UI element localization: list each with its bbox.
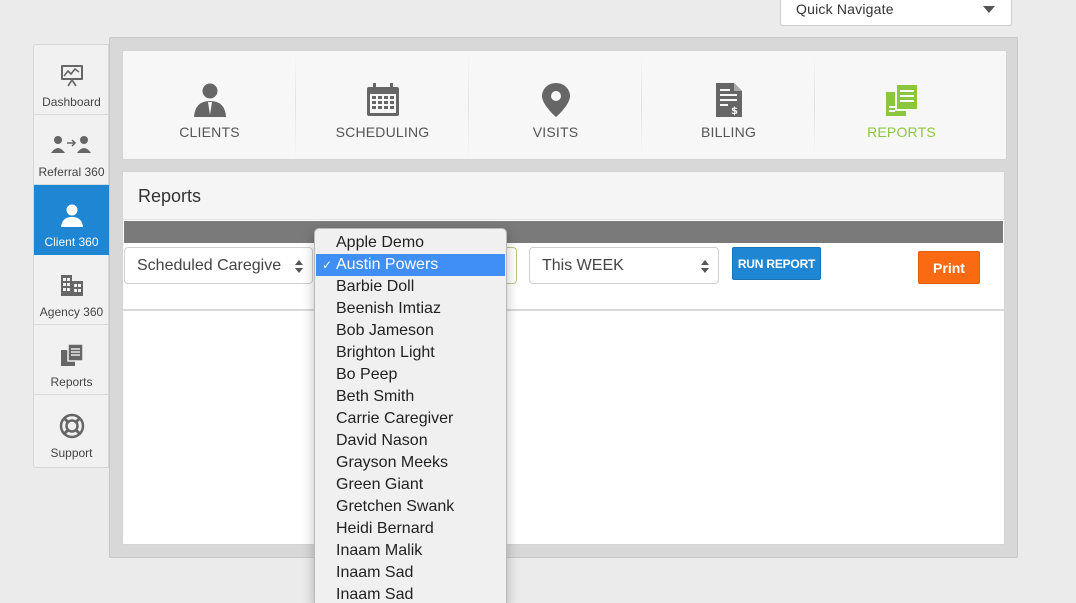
period-value: This WEEK xyxy=(542,256,624,274)
sidebar-item-referral-360[interactable]: Referral 360 xyxy=(34,115,109,185)
option-label: Inaam Sad xyxy=(336,586,414,603)
dropdown-option[interactable]: Barbie Doll xyxy=(315,276,506,298)
referral-icon xyxy=(50,136,91,153)
print-button[interactable]: Print xyxy=(918,251,980,284)
dropdown-option[interactable]: Green Giant xyxy=(315,474,506,496)
tab-label: BILLING xyxy=(700,124,757,140)
dropdown-option[interactable]: Beenish Imtiaz xyxy=(315,298,506,320)
option-label: Beenish Imtiaz xyxy=(336,300,441,317)
dropdown-option[interactable]: David Nason xyxy=(315,430,506,452)
tab-reports[interactable]: REPORTS xyxy=(815,51,988,159)
dropdown-option[interactable]: Heidi Bernard xyxy=(315,518,506,540)
option-label: Barbie Doll xyxy=(336,278,415,295)
dropdown-option[interactable]: Beth Smith xyxy=(315,386,506,408)
chevron-down-icon xyxy=(983,6,995,13)
option-label: Brighton Light xyxy=(336,344,435,361)
reports-icon xyxy=(885,83,919,116)
sidebar-item-reports[interactable]: Reports xyxy=(34,325,109,395)
tab-clients[interactable]: CLIENTS xyxy=(123,51,296,159)
option-label: Austin Powers xyxy=(336,256,439,273)
option-label: Gretchen Swank xyxy=(336,498,455,515)
period-select[interactable]: This WEEK xyxy=(529,247,719,284)
divider xyxy=(123,309,1004,311)
dropdown-option[interactable]: Gretchen Swank xyxy=(315,496,506,518)
calendar-icon xyxy=(366,83,399,116)
option-label: Apple Demo xyxy=(336,234,425,251)
quick-navigate-select[interactable]: Quick Navigate xyxy=(780,0,1012,26)
report-type-select[interactable]: Scheduled Caregive xyxy=(124,247,313,284)
sidebar-item-label: Support xyxy=(50,446,93,460)
panel-title: Reports xyxy=(123,172,1004,220)
dashboard-icon xyxy=(60,65,83,87)
svg-text:$: $ xyxy=(731,106,738,117)
sidebar-item-label: Client 360 xyxy=(44,235,99,249)
client-icon xyxy=(60,204,83,227)
option-label: Green Giant xyxy=(336,476,424,493)
person-icon xyxy=(193,83,226,117)
dropdown-option[interactable]: Brighton Light xyxy=(315,342,506,364)
sidebar-item-support[interactable]: Support xyxy=(34,395,109,465)
support-icon xyxy=(59,413,84,439)
option-label: Carrie Caregiver xyxy=(336,410,454,427)
tab-scheduling[interactable]: SCHEDULING xyxy=(296,51,469,159)
agency-icon xyxy=(60,275,83,296)
option-label: Bo Peep xyxy=(336,366,398,383)
client-dropdown-list[interactable]: Apple Demo ✓ Austin Powers Barbie Doll Beeni… xyxy=(314,228,507,603)
dropdown-option[interactable]: Carrie Caregiver xyxy=(315,408,506,430)
option-label: Beth Smith xyxy=(336,388,415,405)
tab-label: VISITS xyxy=(532,124,579,140)
tab-label: CLIENTS xyxy=(179,124,240,140)
sidebar-item-label: Agency 360 xyxy=(39,305,104,319)
tab-label: SCHEDULING xyxy=(335,124,430,140)
dropdown-option[interactable]: Grayson Meeks xyxy=(315,452,506,474)
reports-icon xyxy=(60,343,84,366)
sidebar-item-label: Referral 360 xyxy=(38,165,105,179)
filter-bar xyxy=(124,221,1003,243)
tab-label: REPORTS xyxy=(867,124,936,140)
run-report-button[interactable]: RUN REPORT xyxy=(732,247,821,280)
sidebar-item-label: Dashboard xyxy=(42,95,101,109)
sidebar-item-client-360[interactable]: Client 360 xyxy=(34,185,109,255)
module-nav: CLIENTS SCHEDULING VISITS $ BILLING REPO… xyxy=(122,50,1007,160)
sidebar-item-label: Reports xyxy=(50,375,93,389)
quick-navigate-label: Quick Navigate xyxy=(796,1,894,17)
option-label: Inaam Malik xyxy=(336,542,423,559)
option-label: Heidi Bernard xyxy=(336,520,434,537)
checkmark-icon: ✓ xyxy=(322,258,333,272)
select-arrows-icon xyxy=(701,260,709,273)
dropdown-option[interactable]: ✓ Austin Powers xyxy=(316,254,505,276)
option-label: Bob Jameson xyxy=(336,322,434,339)
dropdown-option[interactable]: Apple Demo xyxy=(315,232,506,254)
tab-billing[interactable]: $ BILLING xyxy=(642,51,815,159)
reports-panel: Reports Scheduled Caregive This WEEK RUN… xyxy=(122,171,1005,545)
report-type-value: Scheduled Caregive xyxy=(137,256,282,274)
sidebar-item-agency-360[interactable]: Agency 360 xyxy=(34,255,109,325)
dropdown-option[interactable]: Bo Peep xyxy=(315,364,506,386)
select-arrows-icon xyxy=(295,260,303,273)
dropdown-option[interactable]: Bob Jameson xyxy=(315,320,506,342)
invoice-icon: $ xyxy=(715,83,742,117)
map-pin-icon xyxy=(541,83,570,117)
dropdown-option[interactable]: Inaam Sad xyxy=(315,562,506,584)
sidebar-item-dashboard[interactable]: Dashboard xyxy=(34,45,109,115)
dropdown-option[interactable]: Inaam Malik xyxy=(315,540,506,562)
sidebar: Dashboard Referral 360 Client 360 Agency… xyxy=(33,44,109,468)
option-label: David Nason xyxy=(336,432,428,449)
option-label: Grayson Meeks xyxy=(336,454,449,471)
dropdown-option[interactable]: Inaam Sad xyxy=(315,584,506,603)
option-label: Inaam Sad xyxy=(336,564,414,581)
tab-visits[interactable]: VISITS xyxy=(469,51,642,159)
